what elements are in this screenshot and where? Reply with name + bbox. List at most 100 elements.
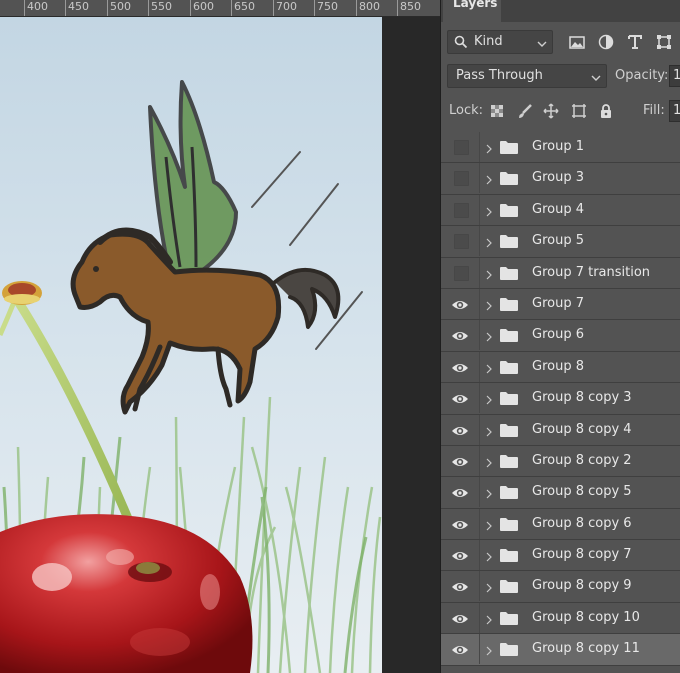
row-divider [479,602,480,633]
chevron-right-icon[interactable] [485,234,493,253]
image-filter-icon[interactable] [568,33,586,51]
document-canvas-area[interactable] [0,17,440,673]
folder-icon [499,484,519,504]
lock-image-pixels-icon[interactable] [517,103,533,119]
opacity-label: Opacity: [615,68,669,83]
fill-field[interactable]: 100% [669,100,680,122]
layer-row[interactable]: Group 8 copy 5 [441,477,680,509]
layer-name: Group 8 copy 4 [532,421,632,437]
layer-visibility-toggle[interactable] [441,352,479,382]
layer-row[interactable]: Group 8 copy 9 [441,571,680,603]
cherry-stem-tip [2,281,42,305]
layer-visibility-toggle[interactable] [441,383,479,413]
canvas-artwork[interactable] [0,17,382,673]
adjustment-filter-icon[interactable] [597,33,615,51]
lock-artboard-icon[interactable] [571,103,587,119]
layer-visibility-toggle[interactable] [441,634,479,664]
layer-name: Group 3 [532,170,584,186]
ruler-tick-label: 700 [276,0,297,13]
layer-visibility-toggle[interactable] [441,289,479,319]
layer-row[interactable]: Group 8 copy 7 [441,540,680,572]
layer-name: Group 8 copy 6 [532,515,632,531]
opacity-field[interactable]: 100% [669,65,680,87]
layer-row[interactable]: Group 8 copy 3 [441,383,680,415]
type-filter-icon[interactable] [626,33,644,51]
ruler-tick-label: 450 [68,0,89,13]
tab-layers[interactable]: Layers [443,0,501,22]
chevron-right-icon[interactable] [485,611,493,630]
layer-row[interactable]: Group 7 [441,288,680,321]
folder-icon [499,578,519,598]
horizontal-ruler[interactable]: 400 450 500 550 600 650 700 750 800 850 [0,0,440,17]
lock-all-icon[interactable] [598,103,614,119]
chevron-right-icon[interactable] [485,391,493,410]
eye-icon [451,642,469,661]
layer-visibility-toggle[interactable] [441,226,479,256]
layer-row[interactable]: Group 8 copy 4 [441,414,680,446]
folder-icon [499,139,519,159]
folder-icon [499,547,519,567]
layer-visibility-toggle[interactable] [441,603,479,633]
chevron-right-icon[interactable] [485,454,493,473]
folder-icon [499,202,519,222]
chevron-right-icon[interactable] [485,360,493,379]
lock-transparent-pixels-icon[interactable] [489,103,505,119]
layer-visibility-toggle[interactable] [441,540,479,570]
chevron-right-icon[interactable] [485,297,493,316]
folder-icon [499,233,519,253]
folder-icon [499,453,519,473]
chevron-right-icon[interactable] [485,423,493,442]
eye-icon [451,328,469,347]
layer-visibility-toggle[interactable] [441,415,479,445]
layer-visibility-toggle[interactable] [441,258,479,288]
layer-row[interactable]: Group 8 copy 2 [441,445,680,478]
layer-visibility-toggle[interactable] [441,320,479,350]
layer-visibility-toggle[interactable] [441,163,479,193]
shape-filter-icon[interactable] [655,33,673,51]
layer-row[interactable]: Group 6 [441,320,680,352]
eye-icon [451,579,469,598]
layer-row[interactable]: Group 7 transition [441,257,680,289]
layer-visibility-toggle[interactable] [441,477,479,507]
lock-position-icon[interactable] [543,103,559,119]
layer-visibility-toggle[interactable] [441,509,479,539]
row-divider [479,445,480,476]
row-divider [479,226,480,257]
chevron-right-icon[interactable] [485,203,493,222]
hidden-visibility-box [454,234,469,250]
ruler-tick: 850 [397,0,421,16]
lock-row: Lock: Fill: 100% [441,99,680,125]
layer-name: Group 8 copy 7 [532,547,632,563]
layer-row[interactable]: Group 8 copy 10 [441,602,680,635]
chevron-right-icon[interactable] [485,328,493,347]
layer-visibility-toggle[interactable] [441,132,479,162]
chevron-right-icon[interactable] [485,579,493,598]
layer-row[interactable]: Group 3 [441,163,680,195]
chevron-right-icon[interactable] [485,485,493,504]
layer-visibility-toggle[interactable] [441,195,479,225]
row-divider [479,571,480,602]
row-divider [479,477,480,508]
layer-row[interactable]: Group 5 [441,226,680,258]
layer-row[interactable]: Group 8 copy 11 [441,634,680,666]
layer-name: Group 8 copy 9 [532,578,632,594]
chevron-right-icon[interactable] [485,171,493,190]
row-divider [479,540,480,571]
layer-visibility-toggle[interactable] [441,571,479,601]
folder-icon [499,422,519,442]
filter-kind-select[interactable]: Kind [447,30,553,54]
layer-filter-row: Kind [441,30,680,56]
layer-name: Group 4 [532,201,584,217]
layer-visibility-toggle[interactable] [441,446,479,476]
chevron-right-icon[interactable] [485,642,493,661]
layer-row[interactable]: Group 8 [441,351,680,384]
layer-row[interactable]: Group 8 copy 6 [441,508,680,541]
layer-name: Group 8 copy 3 [532,390,632,406]
chevron-right-icon[interactable] [485,140,493,159]
chevron-right-icon[interactable] [485,548,493,567]
layer-row[interactable]: Group 4 [441,194,680,227]
blend-mode-select[interactable]: Pass Through [447,64,607,88]
layer-row[interactable]: Group 1 [441,132,680,164]
chevron-right-icon[interactable] [485,517,493,536]
chevron-right-icon[interactable] [485,266,493,285]
